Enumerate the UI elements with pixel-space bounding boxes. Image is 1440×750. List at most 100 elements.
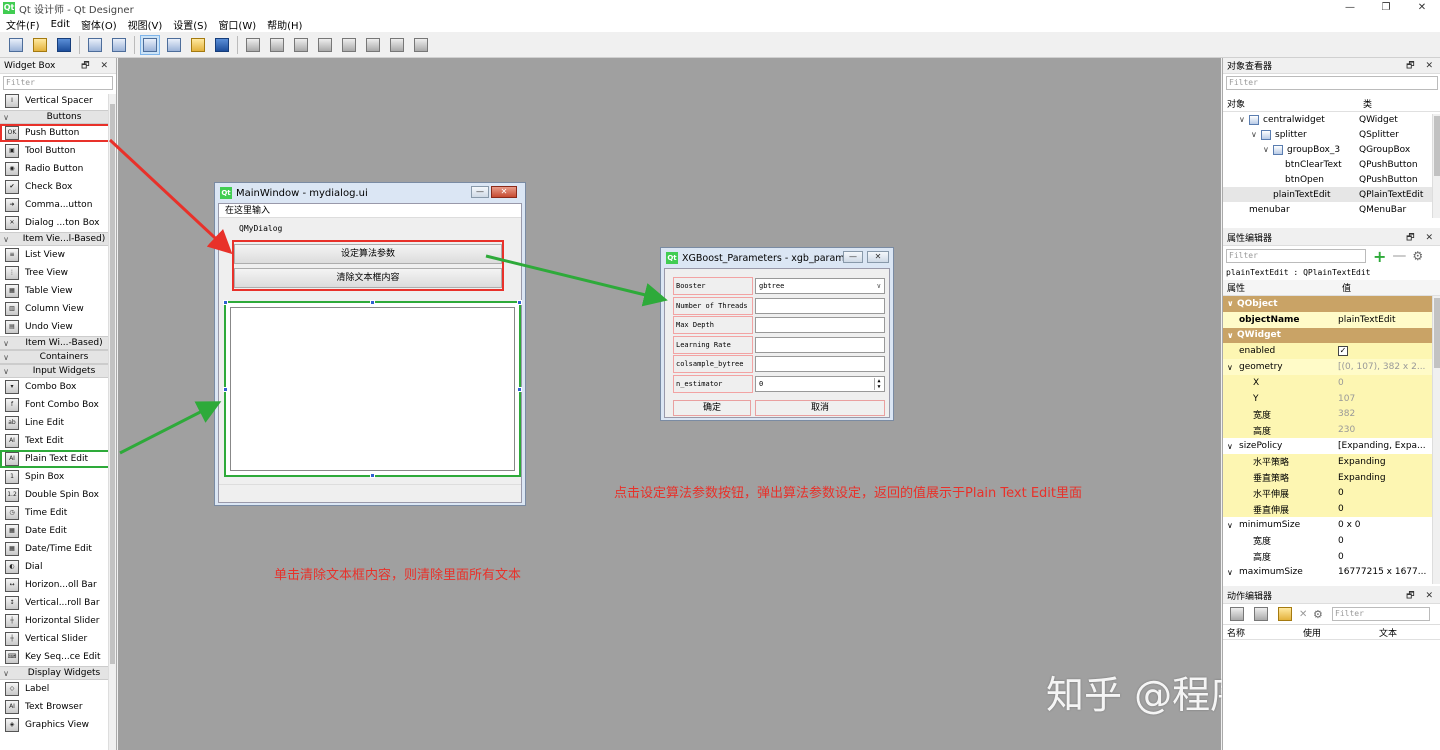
widget-category[interactable]: ∨ Item Vie...l-Based) — [0, 232, 116, 246]
remove-property-icon[interactable]: — — [1392, 248, 1406, 264]
property-row[interactable]: 水平伸展 0 — [1223, 485, 1440, 502]
clear-text-button[interactable]: 清除文本框内容 — [234, 268, 502, 288]
add-property-icon[interactable]: + — [1373, 247, 1386, 266]
widget-item[interactable]: 1 Spin Box — [0, 468, 116, 486]
col-used[interactable]: 使用 — [1299, 626, 1321, 639]
new-action-icon[interactable] — [1227, 604, 1247, 624]
property-value[interactable]: Expanding — [1338, 457, 1426, 467]
expand-arrow-icon[interactable]: ∨ — [1239, 115, 1249, 124]
layout-horizontal-icon[interactable] — [243, 35, 263, 55]
widget-item[interactable]: ▥ Column View — [0, 300, 116, 318]
copy-action-icon[interactable] — [1251, 604, 1271, 624]
widget-item[interactable]: ┼ Vertical Slider — [0, 630, 116, 648]
widget-item[interactable]: ◇ Label — [0, 680, 116, 698]
widget-item[interactable]: I Vertical Spacer — [0, 92, 116, 110]
property-value[interactable]: 107 — [1338, 394, 1426, 404]
expand-arrow-icon[interactable]: ∨ — [1227, 442, 1233, 451]
param-input[interactable] — [755, 297, 885, 314]
object-tree-row[interactable]: menubar QMenuBar — [1223, 202, 1440, 217]
form-menubar[interactable]: 在这里输入 — [219, 204, 521, 218]
layout-grid-icon[interactable] — [339, 35, 359, 55]
property-row[interactable]: ∨ maximumSize 16777215 x 1677... — [1223, 565, 1440, 581]
param-input[interactable] — [755, 317, 885, 333]
close-button[interactable]: ✕ — [1404, 0, 1440, 16]
configure-icon[interactable]: ⚙ — [1412, 249, 1423, 263]
resize-handle[interactable] — [517, 387, 522, 392]
widget-item[interactable]: f Font Combo Box — [0, 396, 116, 414]
widget-item[interactable]: ▤ Undo View — [0, 318, 116, 336]
cancel-button[interactable]: 取消 — [755, 400, 885, 416]
widget-box-scrollbar[interactable] — [108, 94, 116, 750]
property-row[interactable]: Y 107 — [1223, 390, 1440, 407]
xgboost-dialog[interactable]: Qt XGBoost_Parameters - xgb_param... — ✕… — [660, 247, 894, 421]
mainwindow-form[interactable]: Qt MainWindow - mydialog.ui — ✕ 在这里输入 QM… — [214, 182, 526, 506]
object-tree-row[interactable]: btnClearText QPushButton — [1223, 157, 1440, 172]
widget-item[interactable]: OK Push Button — [0, 124, 116, 142]
booster-combo[interactable]: gbtree ∨ — [755, 278, 885, 294]
menu-item[interactable]: 帮助(H) — [267, 17, 302, 32]
property-value[interactable]: plainTextEdit — [1338, 315, 1426, 325]
widget-item[interactable]: ab Line Edit — [0, 414, 116, 432]
widget-item[interactable]: AI Text Edit — [0, 432, 116, 450]
widget-category[interactable]: ∨ Display Widgets — [0, 666, 116, 680]
restore-button[interactable]: ❐ — [1368, 0, 1404, 16]
widget-item[interactable]: ▦ Date Edit — [0, 522, 116, 540]
widget-item[interactable]: ◉ Radio Button — [0, 160, 116, 178]
widget-category[interactable]: ∨ Item Wi...-Based) — [0, 336, 116, 350]
property-value[interactable]: 382 — [1338, 409, 1426, 419]
expand-arrow-icon[interactable]: ∨ — [1263, 145, 1273, 154]
property-value[interactable]: [(0, 107), 382 x 2... — [1338, 362, 1426, 372]
widget-item[interactable]: ➜ Comma...utton — [0, 196, 116, 214]
col-text[interactable]: 文本 — [1375, 626, 1397, 639]
widget-item[interactable]: ▾ Combo Box — [0, 378, 116, 396]
save-icon[interactable] — [54, 35, 74, 55]
property-value[interactable]: Expanding — [1338, 473, 1426, 483]
object-tree-row[interactable]: ∨ centralwidget QWidget — [1223, 112, 1440, 127]
delete-action-icon[interactable]: ✕ — [1299, 609, 1313, 620]
menu-item[interactable]: 设置(S) — [173, 17, 207, 32]
break-layout-icon[interactable] — [387, 35, 407, 55]
property-row[interactable]: ∨ minimumSize 0 x 0 — [1223, 517, 1440, 533]
object-tree-row[interactable]: ∨ splitter QSplitter — [1223, 127, 1440, 142]
configure-icon[interactable]: ⚙ — [1313, 608, 1329, 621]
property-group-header[interactable]: ∨ QObject — [1223, 296, 1440, 312]
property-row[interactable]: 水平策略 Expanding — [1223, 453, 1440, 470]
paste-action-icon[interactable] — [1275, 604, 1295, 624]
expand-arrow-icon[interactable]: ∨ — [1227, 331, 1234, 340]
mainwindow-titlebar[interactable]: Qt MainWindow - mydialog.ui — ✕ — [215, 183, 525, 203]
widget-item[interactable]: ◷ Time Edit — [0, 504, 116, 522]
resize-handle[interactable] — [517, 300, 522, 305]
layout-h-splitter-icon[interactable] — [291, 35, 311, 55]
form-minimize-button[interactable]: — — [471, 186, 489, 198]
new-form-icon[interactable] — [6, 35, 26, 55]
widget-item[interactable]: ↕ Vertical...roll Bar — [0, 594, 116, 612]
open-icon[interactable] — [30, 35, 50, 55]
widget-item[interactable]: ▦ Table View — [0, 282, 116, 300]
resize-handle[interactable] — [370, 473, 375, 478]
object-tree-scrollbar[interactable] — [1432, 114, 1440, 218]
property-value[interactable]: 230 — [1338, 425, 1426, 435]
object-tree-row[interactable]: btnOpen QPushButton — [1223, 172, 1440, 187]
menu-item[interactable]: 窗口(W) — [218, 17, 256, 32]
widget-item[interactable]: ◐ Dial — [0, 558, 116, 576]
expand-arrow-icon[interactable]: ∨ — [1227, 363, 1233, 372]
widget-category[interactable]: ∨ Buttons — [0, 110, 116, 124]
param-input[interactable] — [755, 356, 885, 372]
property-value[interactable]: 0 — [1338, 488, 1426, 498]
dialog-close-button[interactable]: ✕ — [867, 251, 889, 263]
property-value[interactable]: ✓ — [1338, 346, 1426, 357]
object-tree-row[interactable]: ∨ groupBox_3 QGroupBox — [1223, 142, 1440, 157]
col-property[interactable]: 属性 — [1223, 281, 1245, 294]
widget-item[interactable]: ◈ Graphics View — [0, 716, 116, 734]
layout-form-icon[interactable] — [363, 35, 383, 55]
widget-category[interactable]: ∨ Input Widgets — [0, 364, 116, 378]
layout-v-splitter-icon[interactable] — [315, 35, 335, 55]
widget-item[interactable]: ≡ List View — [0, 246, 116, 264]
property-row[interactable]: enabled ✓ — [1223, 343, 1440, 360]
widget-item[interactable]: 1.2 Double Spin Box — [0, 486, 116, 504]
dock-float-close-icons[interactable]: 🗗 ✕ — [1406, 230, 1437, 246]
property-value[interactable]: [Expanding, Expa... — [1338, 441, 1426, 451]
send-back-icon[interactable] — [85, 35, 105, 55]
widget-filter-input[interactable]: Filter — [3, 76, 113, 90]
adjust-size-icon[interactable] — [411, 35, 431, 55]
